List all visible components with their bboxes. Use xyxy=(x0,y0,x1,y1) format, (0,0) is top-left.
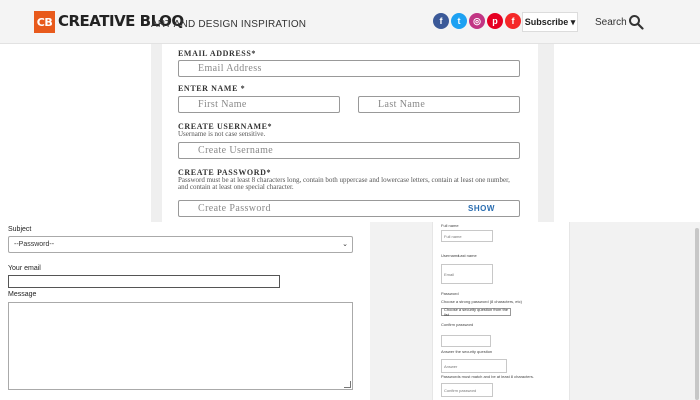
message-label: Message xyxy=(8,291,37,298)
site-tagline: ART AND DESIGN INSPIRATION xyxy=(151,19,307,30)
mini-fullname-placeholder: Full name xyxy=(444,233,462,239)
email-field[interactable]: Email Address xyxy=(178,60,520,77)
search-icon[interactable] xyxy=(628,14,644,30)
subject-label: Subject xyxy=(8,226,32,233)
mini-label-fullname: Full name xyxy=(441,223,459,228)
search-label[interactable]: Search xyxy=(595,17,627,28)
scrollbar[interactable] xyxy=(695,228,699,400)
mini-answer-hint: Passwords must match and be at least 8 c… xyxy=(441,374,534,379)
username-hint: Username is not case sensitive. xyxy=(178,130,266,138)
message-textarea[interactable] xyxy=(8,302,353,390)
email-label: EMAIL ADDRESS* xyxy=(178,49,256,58)
subject-value: --Password-- xyxy=(14,241,55,248)
chevron-down-icon: ⌄ xyxy=(342,241,348,248)
mini-fullname-field[interactable]: Full name xyxy=(441,230,493,242)
logo-mark[interactable]: CB xyxy=(34,11,55,33)
twitter-icon[interactable]: t xyxy=(451,13,467,29)
username-field[interactable]: Create Username xyxy=(178,142,520,159)
password-placeholder: Create Password xyxy=(198,203,271,214)
show-password-button[interactable]: SHOW xyxy=(468,204,495,213)
mini-label-lastname: Last name xyxy=(458,253,477,258)
mini-confirm-password-field[interactable]: Confirm password xyxy=(441,383,493,397)
site-header: CB CREATIVE BLOQ ART AND DESIGN INSPIRAT… xyxy=(0,0,700,44)
username-placeholder: Create Username xyxy=(198,145,274,156)
last-name-placeholder: Last Name xyxy=(378,99,426,110)
mini-label-username: Username xyxy=(441,253,460,258)
mini-security-value: Choose a security question from the list xyxy=(444,307,509,317)
instagram-icon[interactable]: ◎ xyxy=(469,13,485,29)
your-email-input[interactable] xyxy=(8,275,280,288)
pinterest-icon[interactable]: p xyxy=(487,13,503,29)
first-name-field[interactable]: First Name xyxy=(178,96,340,113)
mini-password-label: Password xyxy=(441,291,459,296)
right-decoration xyxy=(536,44,554,222)
password-hint: Password must be at least 8 characters l… xyxy=(178,176,510,191)
mini-confirm-hint: Answer the security question xyxy=(441,349,493,354)
mini-email-field[interactable]: Email xyxy=(441,264,493,284)
social-links: f t ◎ p f xyxy=(433,13,521,29)
your-email-label: Your email xyxy=(8,265,41,272)
first-name-placeholder: First Name xyxy=(198,99,247,110)
flipboard-icon[interactable]: f xyxy=(505,13,521,29)
mini-confirm-field[interactable] xyxy=(441,335,491,347)
subject-select[interactable]: --Password-- ⌄ xyxy=(8,236,353,253)
facebook-icon[interactable]: f xyxy=(433,13,449,29)
mini-answer-placeholder: Answer xyxy=(444,363,458,369)
mini-security-select[interactable]: Choose a security question from the list xyxy=(441,307,511,317)
name-label: ENTER NAME * xyxy=(178,84,246,93)
mini-email-placeholder: Email xyxy=(444,271,455,277)
mini-answer-field[interactable]: Answer xyxy=(441,359,507,373)
subscribe-button[interactable]: Subscribe ▾ xyxy=(522,12,578,32)
email-placeholder: Email Address xyxy=(198,63,262,74)
mini-confirm-password-placeholder: Confirm password xyxy=(444,387,477,393)
last-name-field[interactable]: Last Name xyxy=(358,96,520,113)
resize-handle-icon[interactable] xyxy=(344,381,351,388)
mini-confirm-label: Confirm password xyxy=(441,322,474,327)
mini-password-hint: Choose a strong password (8 characters, … xyxy=(441,299,522,304)
